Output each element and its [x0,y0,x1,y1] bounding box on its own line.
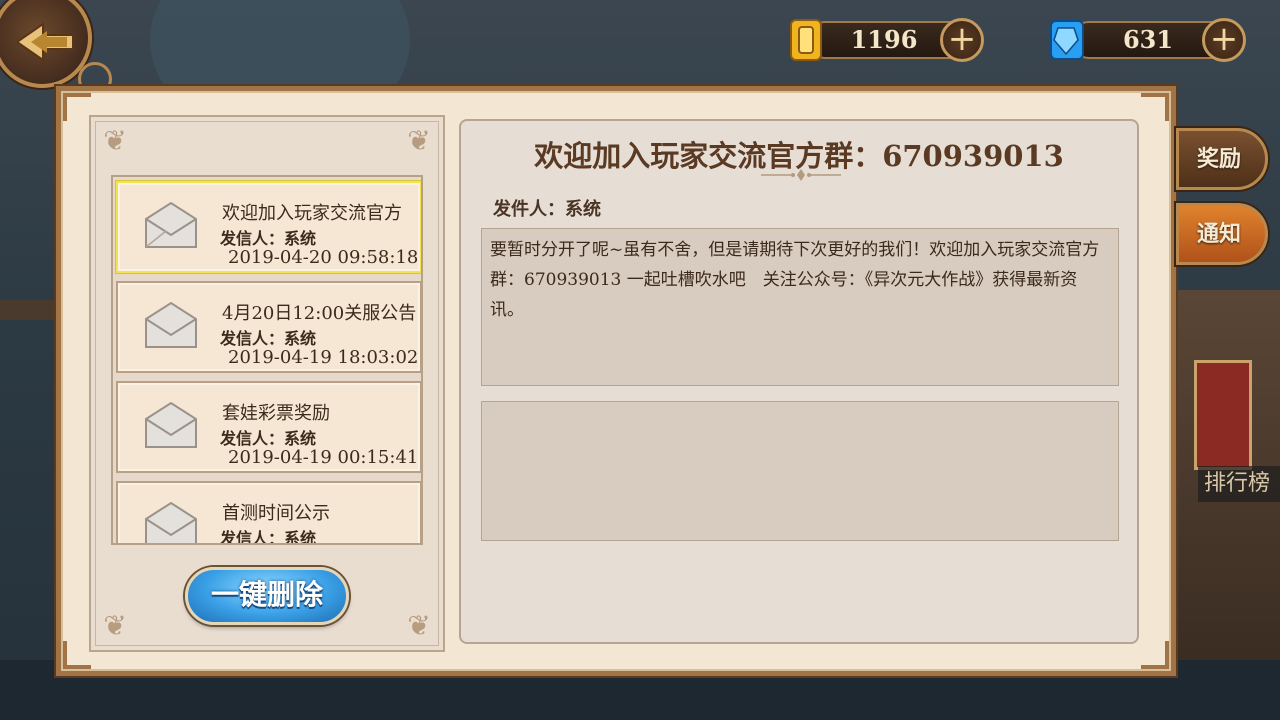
gold-coin-icon [790,19,822,61]
add-gem-button[interactable]: + [1202,18,1246,62]
frame-corner [63,641,91,669]
mail-title: 套娃彩票奖励 [222,403,330,424]
tab-reward[interactable]: 奖励 [1176,128,1268,190]
mail-title: 欢迎加入玩家交流官方 [222,203,402,224]
title-ornament-icon [761,169,841,181]
mail-item[interactable]: 4月20日12:00关服公告 发信人：系统 2019-04-19 18:03:0… [116,281,421,373]
mail-date: 2019-04-19 00:15:41 [228,447,419,468]
mail-list[interactable]: 欢迎加入玩家交流官方 发信人：系统 2019-04-20 09:58:18 4月… [111,175,423,545]
flourish-icon: ❦ [103,124,127,157]
frame-corner [1141,93,1169,121]
mail-sender: 发信人：系统 [220,429,317,448]
mail-content: 要暂时分开了呢~虽有不舍，但是请期待下次更好的我们！欢迎加入玩家交流官方群：67… [481,228,1119,386]
envelope-open-icon [145,301,197,348]
blue-gem-icon [1050,20,1084,60]
envelope-open-icon [145,401,197,448]
mail-detail-sender: 发件人：系统 [493,199,601,220]
gem-amount: 631 [1122,25,1174,54]
flourish-icon: ❦ [407,609,431,642]
flourish-icon: ❦ [103,609,127,642]
mail-detail-pane: 欢迎加入玩家交流官方群：670939013 发件人：系统 要暂时分开了呢~虽有不… [459,119,1139,644]
mail-item[interactable]: 套娃彩票奖励 发信人：系统 2019-04-19 00:15:41 [116,381,421,473]
envelope-open-icon [145,201,197,248]
flourish-icon: ❦ [407,124,431,157]
gold-currency: 1196 + [784,18,988,62]
mail-title: 首测时间公示 [222,503,330,524]
mail-item[interactable]: 欢迎加入玩家交流官方 发信人：系统 2019-04-20 09:58:18 [116,181,421,273]
mail-sender: 发信人：系统 [220,529,317,545]
tab-notice[interactable]: 通知 [1176,203,1268,265]
envelope-open-icon [145,501,197,543]
mail-date: 2019-04-20 09:58:18 [228,247,419,268]
mail-sender: 发信人：系统 [220,329,317,348]
mail-list-pane: ❦ ❦ ❦ ❦ 欢迎加入玩家交流官方 发信人：系统 2019-04-20 09:… [89,115,445,652]
mail-title: 4月20日12:00关服公告 [222,303,416,324]
background-banner [1194,360,1252,470]
mail-panel: ❦ ❦ ❦ ❦ 欢迎加入玩家交流官方 发信人：系统 2019-04-20 09:… [56,86,1176,676]
gold-amount: 1196 [850,25,918,54]
mail-date: 2019-04-19 18:03:02 [228,347,419,368]
delete-all-button[interactable]: 一键删除 [185,567,349,625]
mail-sender: 发信人：系统 [220,229,317,248]
mail-item[interactable]: 首测时间公示 发信人：系统 [116,481,421,545]
mail-attachment-box [481,401,1119,541]
frame-corner [1141,641,1169,669]
frame-corner [63,93,91,121]
add-gold-button[interactable]: + [940,18,984,62]
back-arrow-icon [17,22,74,62]
gem-currency: 631 + [1048,18,1252,62]
leaderboard-label[interactable]: 排行榜 [1198,466,1280,502]
